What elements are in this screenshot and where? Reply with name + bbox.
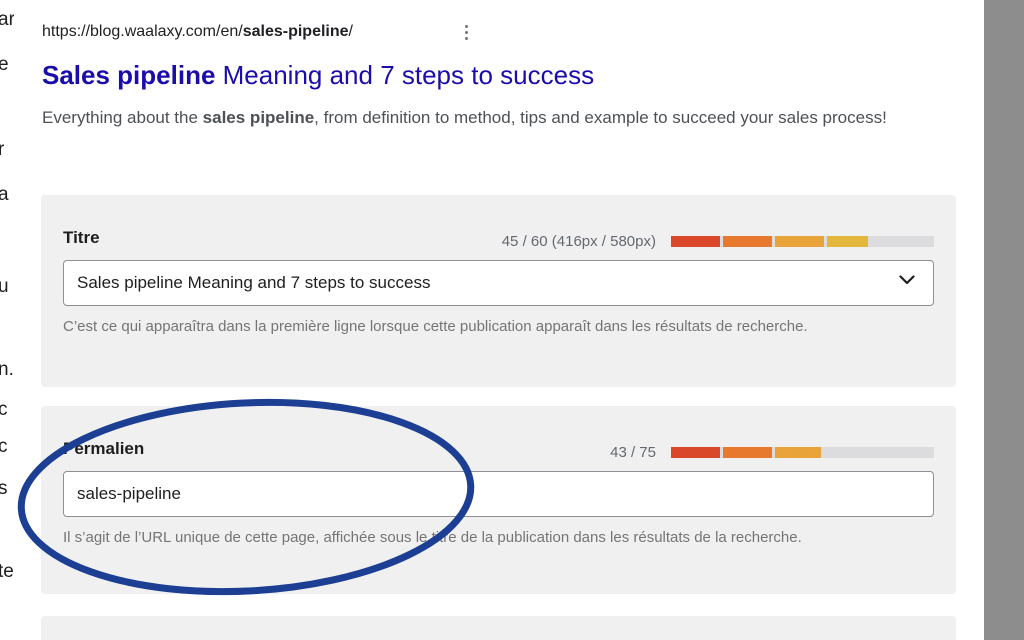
permalink-length-counter: 43 / 75 [610,444,656,461]
meter-segment [775,447,821,458]
permalink-field-label: Permalien [63,439,145,458]
meter-segment [827,236,869,247]
serp-url-slug: sales-pipeline [242,23,349,40]
serp-preview-url: https://blog.waalaxy.com/en/sales-pipeli… [42,23,353,41]
background-text-fragment: ar [0,9,14,30]
serp-title-rest: Meaning and 7 steps to success [215,60,595,90]
serp-title-bold: Sales pipeline [42,60,216,90]
background-text-fragment: c [0,436,8,457]
background-text-fragment: e [0,54,9,75]
serp-desc-before: Everything about the [42,108,203,127]
serp-preview-description: Everything about the sales pipeline, fro… [42,102,902,133]
next-field-card [41,616,956,640]
serp-desc-bold: sales pipeline [202,108,315,127]
background-text-fragment: u [0,276,9,297]
permalink-field-card: Permalien 43 / 75 sales-pipeline Il s’ag… [41,406,956,594]
meter-segment [775,236,824,247]
background-text-fragment: te [0,561,14,582]
title-length-meter [671,236,934,247]
permalink-input[interactable]: sales-pipeline [63,471,934,517]
meter-segment [723,236,772,247]
serp-url-suffix: / [348,23,353,40]
background-page-edge: ar e r a u n. c c s te [0,0,14,640]
title-field-label: Titre [63,228,100,247]
chevron-down-icon[interactable] [899,275,915,285]
meter-segment [671,236,720,247]
more-vertical-icon[interactable] [462,23,470,41]
overlay-scrim [984,0,1024,640]
background-text-fragment: n. [0,359,14,380]
serp-url-prefix: https://blog.waalaxy.com/en/ [42,23,243,40]
meter-segment [723,447,772,458]
title-input[interactable]: Sales pipeline Meaning and 7 steps to su… [63,260,934,306]
title-input-value: Sales pipeline Meaning and 7 steps to su… [77,273,431,292]
background-text-fragment: c [0,399,8,420]
serp-preview-title: Sales pipeline Meaning and 7 steps to su… [42,60,594,91]
permalink-length-meter [671,447,934,458]
background-text-fragment: a [0,184,9,205]
title-field-card: Titre 45 / 60 (416px / 580px) Sales pipe… [41,195,956,387]
title-length-counter: 45 / 60 (416px / 580px) [501,233,656,250]
background-text-fragment: s [0,478,8,499]
title-help-text: C’est ce qui apparaîtra dans la première… [63,318,808,335]
meter-segment [671,447,720,458]
seo-settings-panel: https://blog.waalaxy.com/en/sales-pipeli… [14,0,984,640]
serp-desc-after: , from definition to method, tips and ex… [314,108,887,127]
permalink-input-value: sales-pipeline [77,484,181,503]
permalink-help-text: Il s’agit de l’URL unique de cette page,… [63,529,802,546]
background-text-fragment: r [0,139,5,160]
